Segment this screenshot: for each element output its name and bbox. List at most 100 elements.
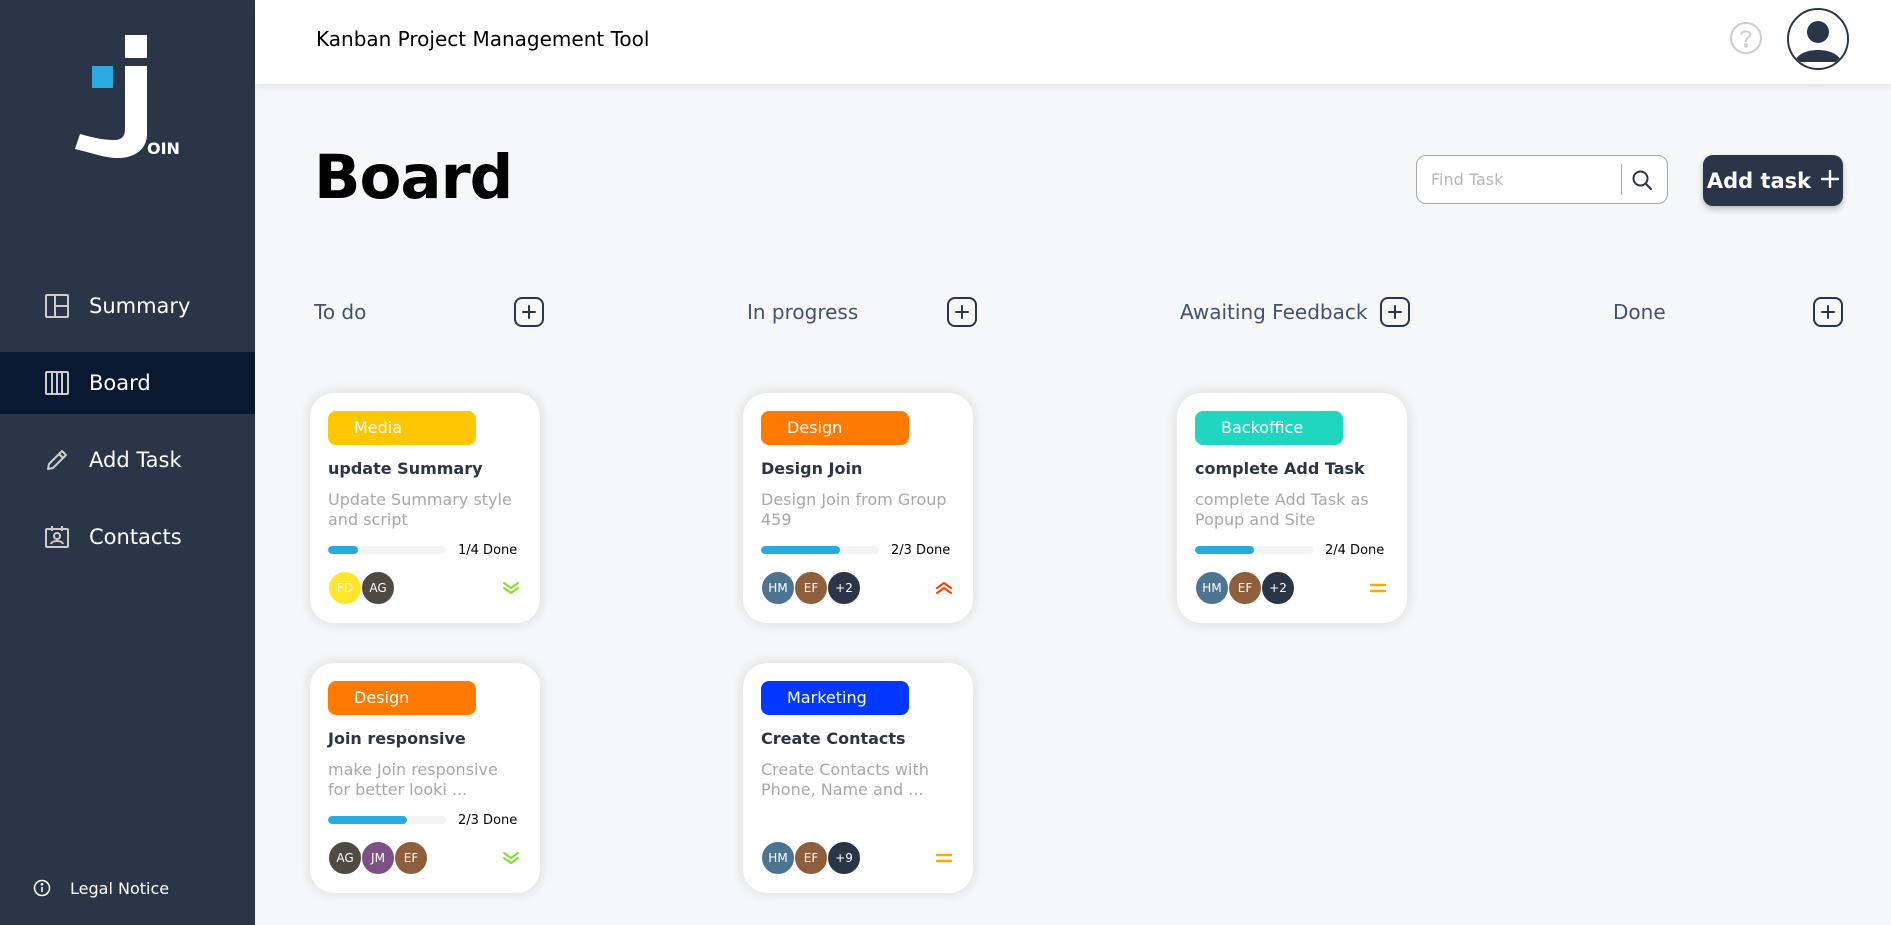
card-footer: HM EF +2 (1195, 571, 1389, 605)
assignee-avatar: +2 (1261, 571, 1295, 605)
category-tag: Design (328, 681, 476, 715)
add-card-in-progress-button[interactable] (947, 297, 977, 327)
task-card[interactable]: Design Design Join Design Join from Grou… (743, 393, 973, 623)
assignee-avatar: EF (1228, 571, 1262, 605)
sidebar-item-label: Summary (89, 294, 191, 318)
page-title: Board (314, 142, 513, 213)
card-footer: AG JM EF (328, 841, 522, 875)
category-tag: Backoffice (1195, 411, 1343, 445)
assignee-avatar: +9 (827, 841, 861, 875)
progress-bar (1195, 546, 1313, 554)
add-task-button[interactable]: Add task (1703, 155, 1843, 206)
assignee-avatar: FD (328, 571, 362, 605)
assignee-avatars: HM EF +2 (1195, 571, 1295, 605)
subtask-progress: 2/3 Done (761, 542, 955, 558)
subtask-progress: 1/4 Done (328, 542, 522, 558)
progress-bar (761, 546, 879, 554)
category-tag: Design (761, 411, 909, 445)
add-task-label: Add task (1706, 168, 1812, 193)
search-input[interactable] (1431, 170, 1621, 189)
svg-text:OIN: OIN (147, 139, 180, 158)
assignee-avatars: HM EF +2 (761, 571, 861, 605)
card-footer: HM EF +2 (761, 571, 955, 605)
priority-low-icon (500, 847, 522, 869)
card-title: Design Join (761, 459, 863, 478)
add-card-awaiting-feedback-button[interactable] (1380, 297, 1410, 327)
progress-fill (1195, 546, 1254, 554)
card-description: make Join responsive for better looki ..… (328, 760, 498, 799)
card-description: Update Summary style and script (328, 490, 512, 529)
plus-icon (1820, 169, 1840, 193)
search-icon[interactable] (1622, 160, 1662, 200)
card-description: Design Join from Group 459 (761, 490, 947, 529)
column-header-todo: To do (314, 296, 544, 328)
column-header-in-progress: In progress (747, 296, 977, 328)
column-title: To do (314, 300, 367, 324)
column-header-done: Done (1613, 296, 1843, 328)
task-card[interactable]: Backoffice complete Add Task complete Ad… (1177, 393, 1407, 623)
top-header: Kanban Project Management Tool (255, 0, 1891, 84)
task-card[interactable]: Design Join responsive make Join respons… (310, 663, 540, 893)
progress-bar (328, 546, 446, 554)
progress-fill (328, 816, 407, 824)
card-footer: FD AG (328, 571, 522, 605)
pencil-icon (44, 447, 70, 473)
progress-text: 2/4 Done (1325, 542, 1385, 558)
assignee-avatar: HM (761, 571, 795, 605)
category-tag: Media (328, 411, 476, 445)
column-title: Awaiting Feedback (1180, 300, 1368, 324)
progress-fill (761, 546, 840, 554)
card-footer: HM EF +9 (761, 841, 955, 875)
assignee-avatar: +2 (827, 571, 861, 605)
task-card[interactable]: Media update Summary Update Summary styl… (310, 393, 540, 623)
progress-text: 2/3 Done (458, 812, 518, 828)
assignee-avatars: FD AG (328, 571, 395, 605)
progress-text: 2/3 Done (891, 542, 951, 558)
add-card-done-button[interactable] (1813, 297, 1843, 327)
assignee-avatar: HM (761, 841, 795, 875)
assignee-avatar: HM (1195, 571, 1229, 605)
sidebar-item-summary[interactable]: Summary (0, 275, 255, 337)
sidebar-item-label: Board (89, 371, 151, 395)
sidebar-item-label: Contacts (89, 525, 182, 549)
assignee-avatar: AG (361, 571, 395, 605)
assignee-avatars: AG JM EF (328, 841, 428, 875)
progress-fill (328, 546, 358, 554)
priority-urgent-icon (933, 577, 955, 599)
assignee-avatars: HM EF +9 (761, 841, 861, 875)
contacts-icon (44, 524, 70, 550)
legal-notice-label: Legal Notice (70, 878, 170, 898)
card-title: Join responsive (328, 729, 466, 748)
subtask-progress: 2/3 Done (328, 812, 522, 828)
sidebar-nav: Summary Board Add Task Contacts (0, 275, 255, 583)
user-avatar[interactable] (1787, 8, 1849, 70)
card-title: update Summary (328, 459, 483, 478)
task-card[interactable]: Marketing Create Contacts Create Contact… (743, 663, 973, 893)
add-card-todo-button[interactable] (514, 297, 544, 327)
progress-text: 1/4 Done (458, 542, 518, 558)
priority-medium-icon (1367, 577, 1389, 599)
priority-low-icon (500, 577, 522, 599)
legal-notice-link[interactable]: Legal Notice (32, 878, 169, 898)
card-description: Create Contacts with Phone, Name and ... (761, 760, 929, 799)
sidebar-item-add-task[interactable]: Add Task (0, 429, 255, 491)
info-icon (32, 878, 52, 898)
assignee-avatar: EF (394, 841, 428, 875)
column-title: In progress (747, 300, 859, 324)
assignee-avatar: AG (328, 841, 362, 875)
assignee-avatar: JM (361, 841, 395, 875)
sidebar-item-contacts[interactable]: Contacts (0, 506, 255, 568)
card-title: Create Contacts (761, 729, 906, 748)
help-icon[interactable] (1729, 21, 1763, 55)
app-title: Kanban Project Management Tool (316, 27, 650, 51)
join-logo[interactable]: OIN (72, 34, 182, 159)
card-title: complete Add Task (1195, 459, 1365, 478)
sidebar-item-board[interactable]: Board (0, 352, 255, 414)
card-description: complete Add Task as Popup and Site (1195, 490, 1369, 529)
sidebar: OIN Summary Board Add Task Contacts Lega… (0, 0, 255, 925)
column-header-awaiting-feedback: Awaiting Feedback (1180, 296, 1410, 328)
assignee-avatar: EF (794, 841, 828, 875)
board-icon (44, 370, 70, 396)
find-task-search (1416, 155, 1668, 204)
summary-icon (44, 293, 70, 319)
